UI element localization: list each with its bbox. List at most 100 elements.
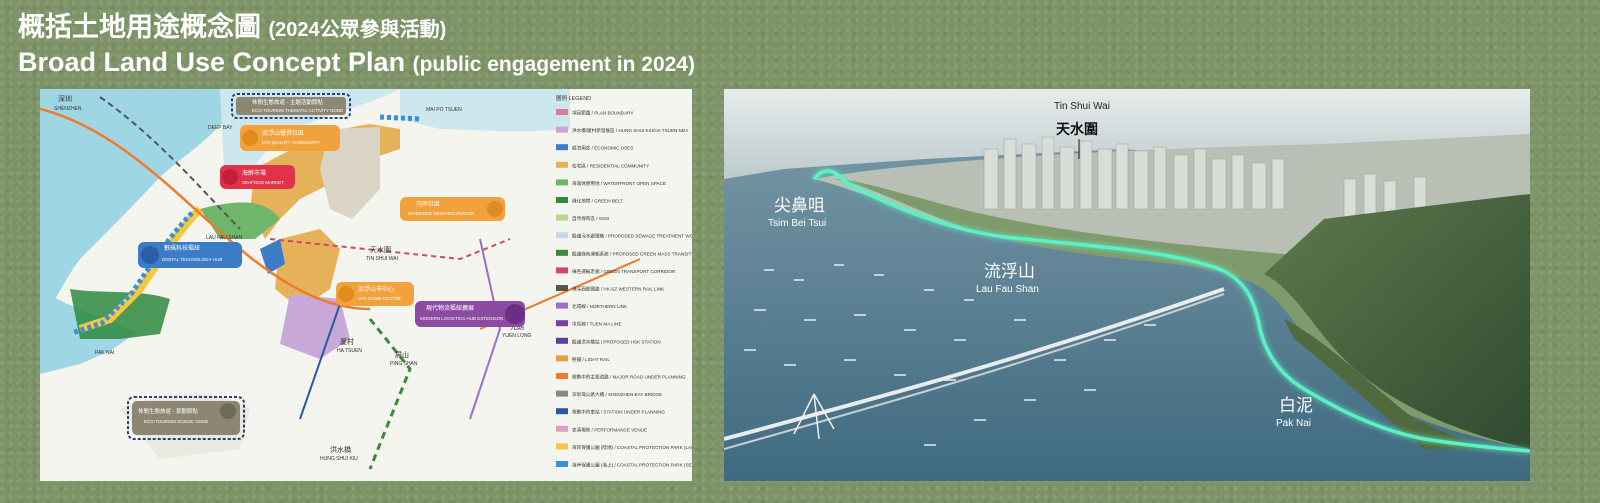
legend-label: 項目範圍 / PLAN BOUNDARY [572, 110, 633, 117]
legend-label: 海濱休憩用地 / WATERFRONT OPEN SPACE [572, 180, 666, 187]
green-mass-transit [368, 318, 412, 470]
callout-eco-tourism-scenic-node: 休閒生態旅遊 - 景觀節點 ECO-TOURISM SCENIC NODE [127, 396, 245, 440]
legend-item: 擬議污水處理廠 / PROPOSED SEWAGE TREATMENT WORK… [556, 232, 692, 240]
callout-label-en: ECO-TOURISM SCENIC NODE [144, 419, 208, 424]
callout-seafood-market: 海鮮市場 SEAFOOD MARKET [220, 165, 295, 189]
label-pak-nai: PAK NAI [95, 350, 114, 356]
title-chinese: 概括土地用途概念圖 (2024公眾參與活動) [18, 14, 695, 41]
callout-lfs-quality-community: 流浮山優質社區 LFS QUALITY COMMUNITY [240, 125, 340, 151]
legend-item: 表演場地 / PERFORMANCE VENUE [556, 425, 647, 433]
residential-icon [242, 130, 258, 146]
legend-item: 屯馬線 / TUEN MA LINE [556, 320, 622, 328]
technology-icon [141, 246, 159, 264]
label-hung-shui-kiu-en: HUNG SHUI KIU [320, 456, 358, 462]
legend-item: 規劃中的主要道路 / MAJOR ROAD UNDER PLANNING [556, 373, 686, 381]
label-shenzhen-en: SHENZHEN [54, 106, 82, 112]
legend-item: 綠色運輸走廊 / GREEN TRANSPORT CORRIDOR [556, 267, 676, 275]
legend-item: 擬議洪水橋站 / PROPOSED HSK STATION [556, 337, 661, 345]
legend-swatch [556, 443, 568, 450]
callout-label-zh: 數碼科技樞紐 [164, 244, 200, 252]
legend-item: 經濟用途 / ECONOMIC USES [556, 144, 633, 152]
legend-item: 洪水橋/厦村新發展區 / HUNG SHUI KIU/HA TSUEN NDA [556, 126, 689, 134]
title-english: Broad Land Use Concept Plan (public enga… [18, 49, 695, 76]
legend-item: 住宅區 / RESIDENTIAL COMMUNITY [556, 161, 649, 168]
land-use-map-panel: 深圳 SHENZHEN DEEP BAY LAU FAU SHAN PAK NA… [40, 89, 692, 481]
map-legend: 圖例 LEGEND 項目範圍 / PLAN BOUNDARY 洪水橋/厦村新發展區… [556, 94, 692, 469]
label-lau-fau-shan-en: Lau Fau Shan [976, 284, 1039, 295]
legend-label: 表演場地 / PERFORMANCE VENUE [572, 426, 647, 433]
legend-title: 圖例 LEGEND [556, 94, 591, 102]
callout-label-zh: 現代物流樞紐擴展 [426, 304, 474, 312]
legend-label: 海岸保護公園 (陸地) / COASTAL PROTECTION PARK (L… [572, 444, 692, 451]
legend-swatch [556, 285, 568, 291]
legend-label: 洪水橋/厦村新發展區 / HUNG SHUI KIU/HA TSUEN NDA [572, 127, 689, 134]
legend-swatch [556, 425, 568, 432]
title-zh-main: 概括土地用途概念圖 [18, 12, 261, 42]
aerial-view: Tin Shui Wai 天水圍 尖鼻咀 Tsim Bei Tsui 流浮山 L… [724, 89, 1530, 481]
legend-item: 自然保育區 / SSSI [556, 214, 609, 222]
label-deep-bay: DEEP BAY [208, 125, 233, 131]
legend-item: 海岸保護公園 (海上) / COASTAL PROTECTION PARK (S… [556, 461, 692, 469]
legend-label: 深圳灣公路大橋 / SHENZHEN BAY BRIDGE [572, 391, 662, 398]
label-mai-po-tsuen: MAI PO TSUEN [426, 107, 462, 113]
legend-swatch [556, 144, 568, 151]
legend-label: 綠色運輸走廊 / GREEN TRANSPORT CORRIDOR [572, 268, 676, 275]
land-use-map: 深圳 SHENZHEN DEEP BAY LAU FAU SHAN PAK NA… [40, 89, 692, 470]
legend-swatch [556, 408, 568, 415]
legend-label: 綠化地帶 / GREEN BELT [572, 198, 623, 205]
legend-swatch [556, 373, 568, 379]
legend-label: 擬議洪水橋站 / PROPOSED HSK STATION [572, 338, 661, 345]
callout-label-en: RIVERSIDE NEIGHBOURHOOD [408, 211, 475, 216]
label-tsim-bei-tsui-zh: 尖鼻咀 [774, 196, 825, 215]
label-ping-shan-en: PING SHAN [390, 361, 418, 367]
page-title-block: 概括土地用途概念圖 (2024公眾參與活動) Broad Land Use Co… [18, 14, 695, 76]
legend-swatch [556, 390, 568, 397]
title-en-sub: (public engagement in 2024) [412, 53, 695, 76]
legend-swatch [556, 461, 568, 467]
label-hung-shui-kiu-zh: 洪水橋 [330, 445, 351, 454]
legend-swatch [556, 161, 568, 168]
legend-label: 擬議污水處理廠 / PROPOSED SEWAGE TREATMENT WORK… [572, 233, 692, 240]
label-ping-shan-zh: 屏山 [395, 350, 409, 359]
legend-swatch [556, 109, 568, 115]
label-tin-shui-wai-en: Tin Shui Wai [1054, 101, 1110, 112]
legend-swatch [556, 232, 568, 239]
label-tin-shui-wai-en: TIN SHUI WAI [366, 256, 398, 262]
legend-item: 綠化地帶 / GREEN BELT [556, 197, 623, 205]
legend-swatch [556, 267, 568, 274]
title-en-main: Broad Land Use Concept Plan [18, 47, 406, 77]
fish-icon [222, 169, 238, 185]
legend-swatch [556, 302, 568, 309]
callout-riverside-neighbourhood: 河岸社區 RIVERSIDE NEIGHBOURHOOD [400, 197, 505, 221]
callout-lfs-town-centre: 流浮山市中心 LFS TOWN CENTRE [336, 282, 414, 306]
callout-eco-tourism-thematic-node: 休閒生態旅遊 - 主題活動節點 ECO-TOURISM THEMATIC ACT… [231, 93, 351, 119]
title-zh-sub: (2024公眾參與活動) [268, 19, 447, 41]
callout-label-zh: 流浮山優質社區 [262, 129, 304, 137]
legend-label: 規劃中的主要道路 / MAJOR ROAD UNDER PLANNING [572, 374, 686, 381]
legend-label: 自然保育區 / SSSI [572, 215, 609, 222]
residential-icon [487, 201, 503, 217]
label-yuen-long-en: YUEN LONG [502, 333, 532, 339]
callout-label-en: ECO-TOURISM THEMATIC ACTIVITY NODE [252, 108, 343, 113]
legend-item: 海岸保護公園 (陸地) / COASTAL PROTECTION PARK (L… [556, 443, 692, 451]
legend-item: 擬議綠色運輸系統 / PROPOSED GREEN MASS TRANSIT [556, 249, 692, 257]
legend-item: 港深西部鐵路 / HK-SZ WESTERN RAIL LINK [556, 285, 665, 293]
legend-swatch [556, 126, 568, 133]
legend-item: 海濱休憩用地 / WATERFRONT OPEN SPACE [556, 179, 666, 187]
scenic-icon [220, 403, 236, 419]
legend-swatch [556, 179, 568, 186]
callout-label-zh: 休閒生態旅遊 - 景觀節點 [138, 407, 198, 415]
legend-label: 海岸保護公園 (海上) / COASTAL PROTECTION PARK (S… [572, 462, 692, 469]
legend-item: 規劃中的車站 / STATION UNDER PLANNING [556, 408, 665, 416]
logistics-icon [505, 304, 525, 324]
label-lau-fau-shan: LAU FAU SHAN [206, 235, 243, 241]
callout-label-en: MODERN LOGISTICS HUB EXTENSION [420, 316, 503, 321]
label-pak-nai-en: Pak Nai [1276, 418, 1311, 429]
label-shenzhen-zh: 深圳 [58, 94, 72, 103]
legend-swatch [556, 197, 568, 203]
callout-label-zh: 海鮮市場 [242, 169, 266, 177]
label-tin-shui-wai-zh: 天水圍 [370, 245, 391, 254]
callout-label-zh: 流浮山市中心 [358, 285, 394, 293]
legend-label: 擬議綠色運輸系統 / PROPOSED GREEN MASS TRANSIT [572, 250, 692, 257]
legend-label: 經濟用途 / ECONOMIC USES [572, 145, 633, 152]
